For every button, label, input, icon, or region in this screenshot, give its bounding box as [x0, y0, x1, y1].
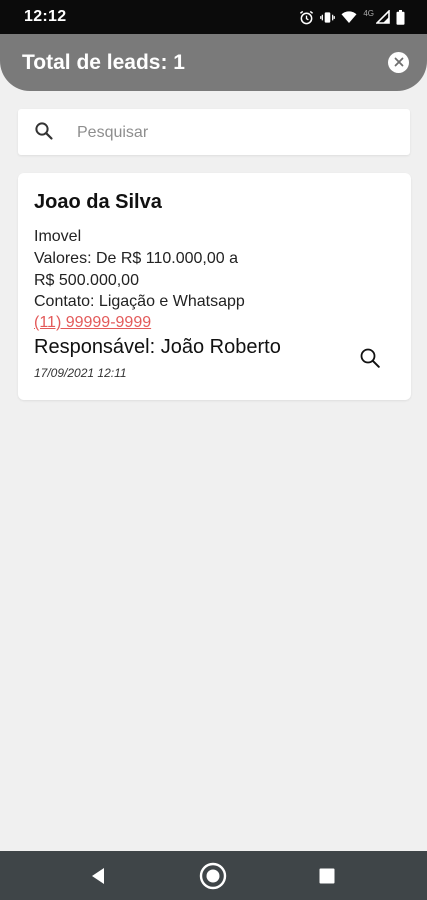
app-header: Total de leads: 1	[0, 34, 427, 91]
lead-contact: Contato: Ligação e Whatsapp	[34, 293, 245, 310]
status-time: 12:12	[24, 8, 67, 25]
lead-values-continued: R$ 500.000,00	[34, 272, 139, 289]
lead-type: Imovel	[34, 228, 82, 245]
status-bar: 12:12 4G	[0, 0, 427, 34]
network-label: 4G	[363, 8, 374, 18]
wifi-icon	[341, 10, 357, 24]
page-title: Total de leads: 1	[22, 51, 185, 74]
lead-values: Valores: De R$ 110.000,00 a	[34, 250, 238, 267]
close-icon	[394, 54, 404, 72]
battery-icon	[396, 9, 405, 25]
close-button[interactable]	[388, 52, 409, 73]
lead-responsible: Responsável: João Roberto	[34, 336, 281, 358]
lead-details-button[interactable]	[359, 347, 381, 374]
search-icon	[359, 348, 381, 373]
lead-phone-link[interactable]: (11) 99999-9999	[34, 314, 151, 332]
back-button[interactable]	[90, 867, 106, 890]
lead-card[interactable]: Joao da Silva Imovel Valores: De R$ 110.…	[18, 173, 411, 400]
lead-date: 17/09/2021 12:11	[34, 366, 127, 380]
system-nav-bar	[0, 851, 427, 900]
home-button[interactable]	[199, 862, 227, 895]
signal-icon	[376, 10, 390, 24]
search-input[interactable]	[75, 109, 399, 157]
vibrate-icon	[320, 10, 336, 25]
lead-name: Joao da Silva	[34, 191, 162, 213]
recents-icon	[319, 868, 335, 888]
status-icons: 4G	[299, 8, 405, 26]
home-icon	[199, 862, 227, 894]
alarm-icon	[299, 10, 314, 25]
recents-button[interactable]	[319, 868, 335, 889]
back-icon	[90, 868, 106, 889]
search-box[interactable]	[18, 109, 410, 157]
search-icon	[34, 121, 54, 146]
